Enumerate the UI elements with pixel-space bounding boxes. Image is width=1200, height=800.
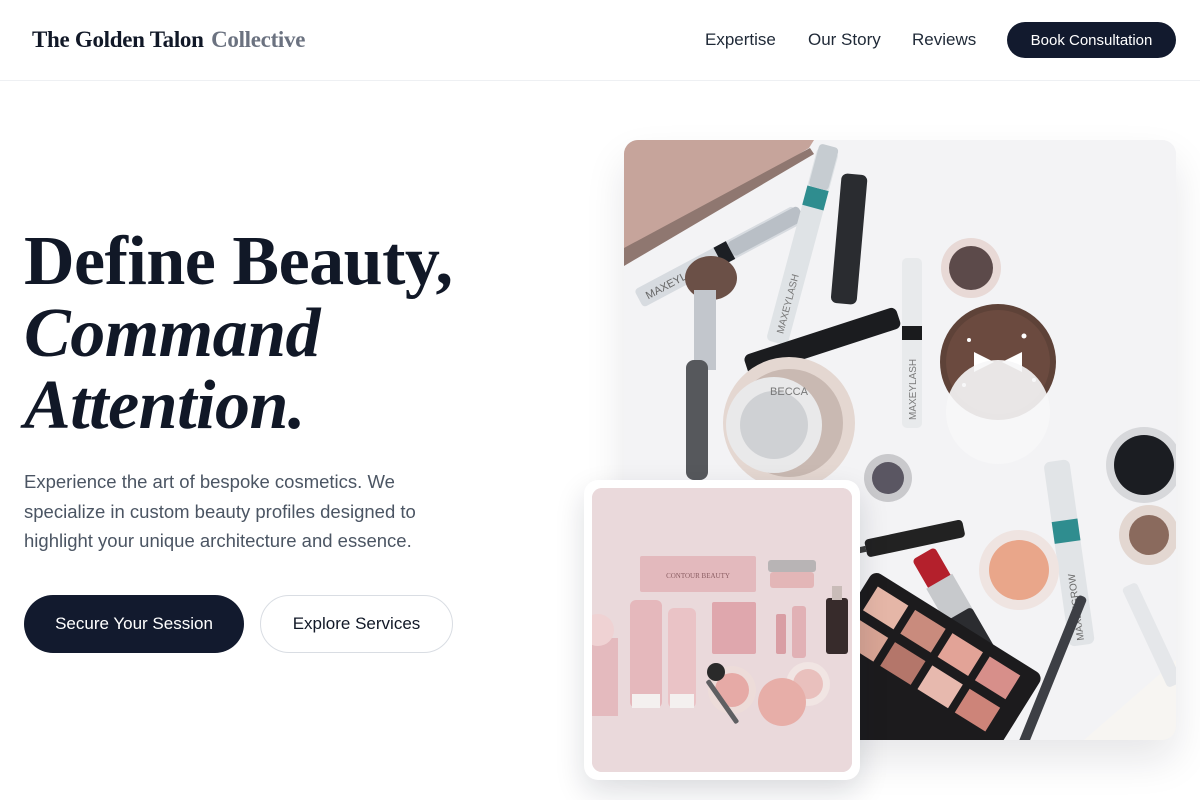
headline-line-1: Define Beauty, xyxy=(24,223,453,300)
brand-logo[interactable]: The Golden Talon Collective xyxy=(32,27,305,53)
mascara-label-3: MAXEYLASH xyxy=(908,359,919,420)
nav-link-our-story[interactable]: Our Story xyxy=(808,30,881,50)
book-consultation-button[interactable]: Book Consultation xyxy=(1007,22,1176,58)
hero-secondary-image: CONTOUR BEAUTY xyxy=(592,488,852,772)
brand-accent: Collective xyxy=(211,27,306,52)
hero-secondary-image-card: CONTOUR BEAUTY xyxy=(584,480,860,780)
explore-services-button[interactable]: Explore Services xyxy=(260,595,453,653)
compact-label: BECCA xyxy=(770,386,809,398)
hero-headline: Define Beauty, Command Attention. xyxy=(24,226,453,442)
secure-session-button[interactable]: Secure Your Session xyxy=(24,595,244,653)
hero-lead-text: Experience the art of bespoke cosmetics.… xyxy=(24,471,416,551)
nav-link-expertise[interactable]: Expertise xyxy=(705,30,776,50)
brand-name: The Golden Talon xyxy=(32,27,204,52)
headline-line-3: Attention. xyxy=(24,367,305,444)
nav-link-reviews[interactable]: Reviews xyxy=(912,30,976,50)
product-box-label: CONTOUR BEAUTY xyxy=(666,572,730,580)
headline-line-2: Command xyxy=(24,295,321,372)
site-header: The Golden Talon Collective Expertise Ou… xyxy=(0,0,1200,81)
